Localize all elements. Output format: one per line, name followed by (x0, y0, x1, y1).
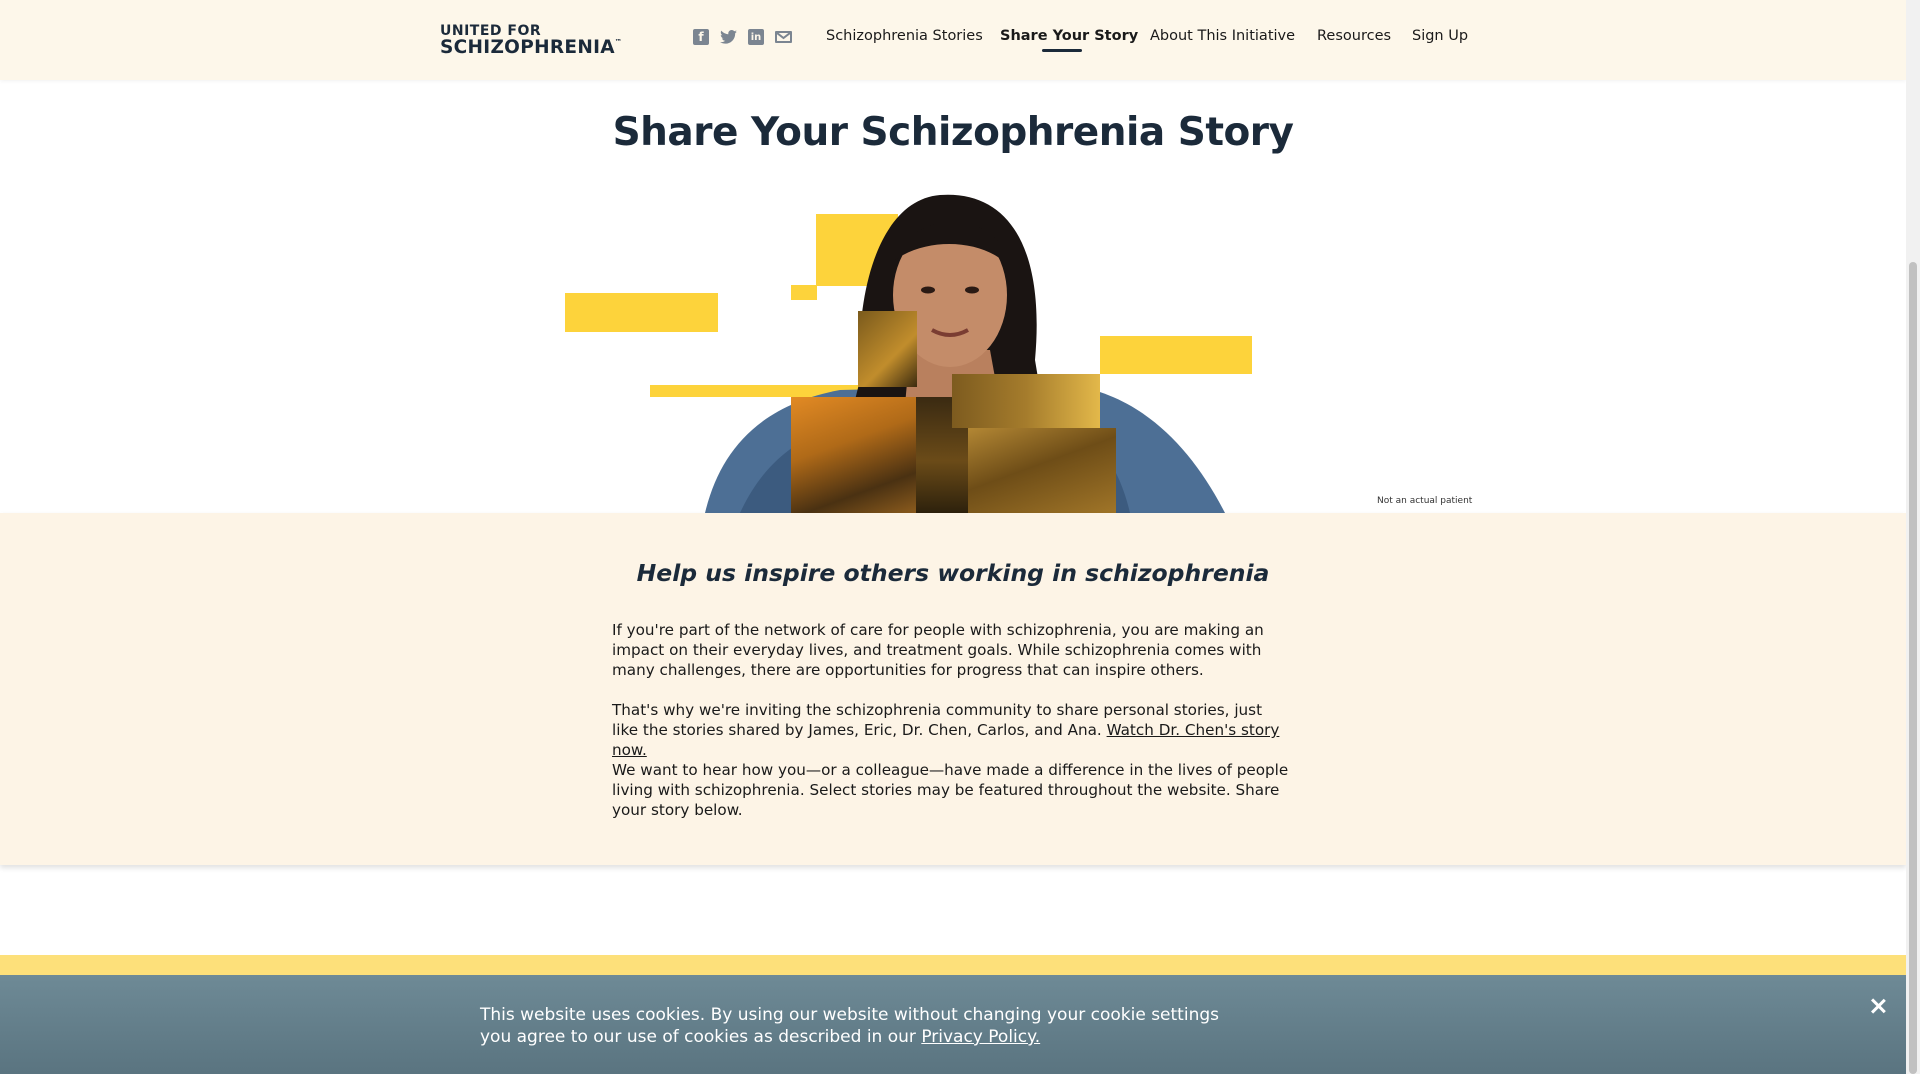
collage-photo (952, 374, 1100, 428)
collage-photo (968, 428, 1116, 513)
yellow-block (565, 293, 718, 332)
yellow-divider-stripe (0, 955, 1906, 975)
cookie-message-text: This website uses cookies. By using our … (480, 1005, 1219, 1047)
hero-image (0, 0, 1906, 513)
collage-photo (858, 311, 917, 387)
close-icon[interactable] (1868, 996, 1888, 1016)
intro-subtitle: Help us inspire others working in schizo… (636, 559, 1270, 587)
intro-paragraph-3: We want to hear how you—or a colleague—h… (612, 761, 1289, 819)
intro-paragraph-2: That's why we're inviting the schizophre… (612, 700, 1292, 760)
page-scrollbar[interactable] (1906, 0, 1920, 1074)
collage-photo (791, 397, 916, 513)
privacy-policy-link[interactable]: Privacy Policy. (921, 1027, 1040, 1047)
cookie-message: This website uses cookies. By using our … (480, 1004, 1240, 1048)
scrollbar-thumb[interactable] (1909, 262, 1917, 1074)
intro-paragraph-1: If you're part of the network of care fo… (612, 621, 1264, 679)
not-an-actual-patient-disclaimer: Not an actual patient (1377, 496, 1473, 506)
